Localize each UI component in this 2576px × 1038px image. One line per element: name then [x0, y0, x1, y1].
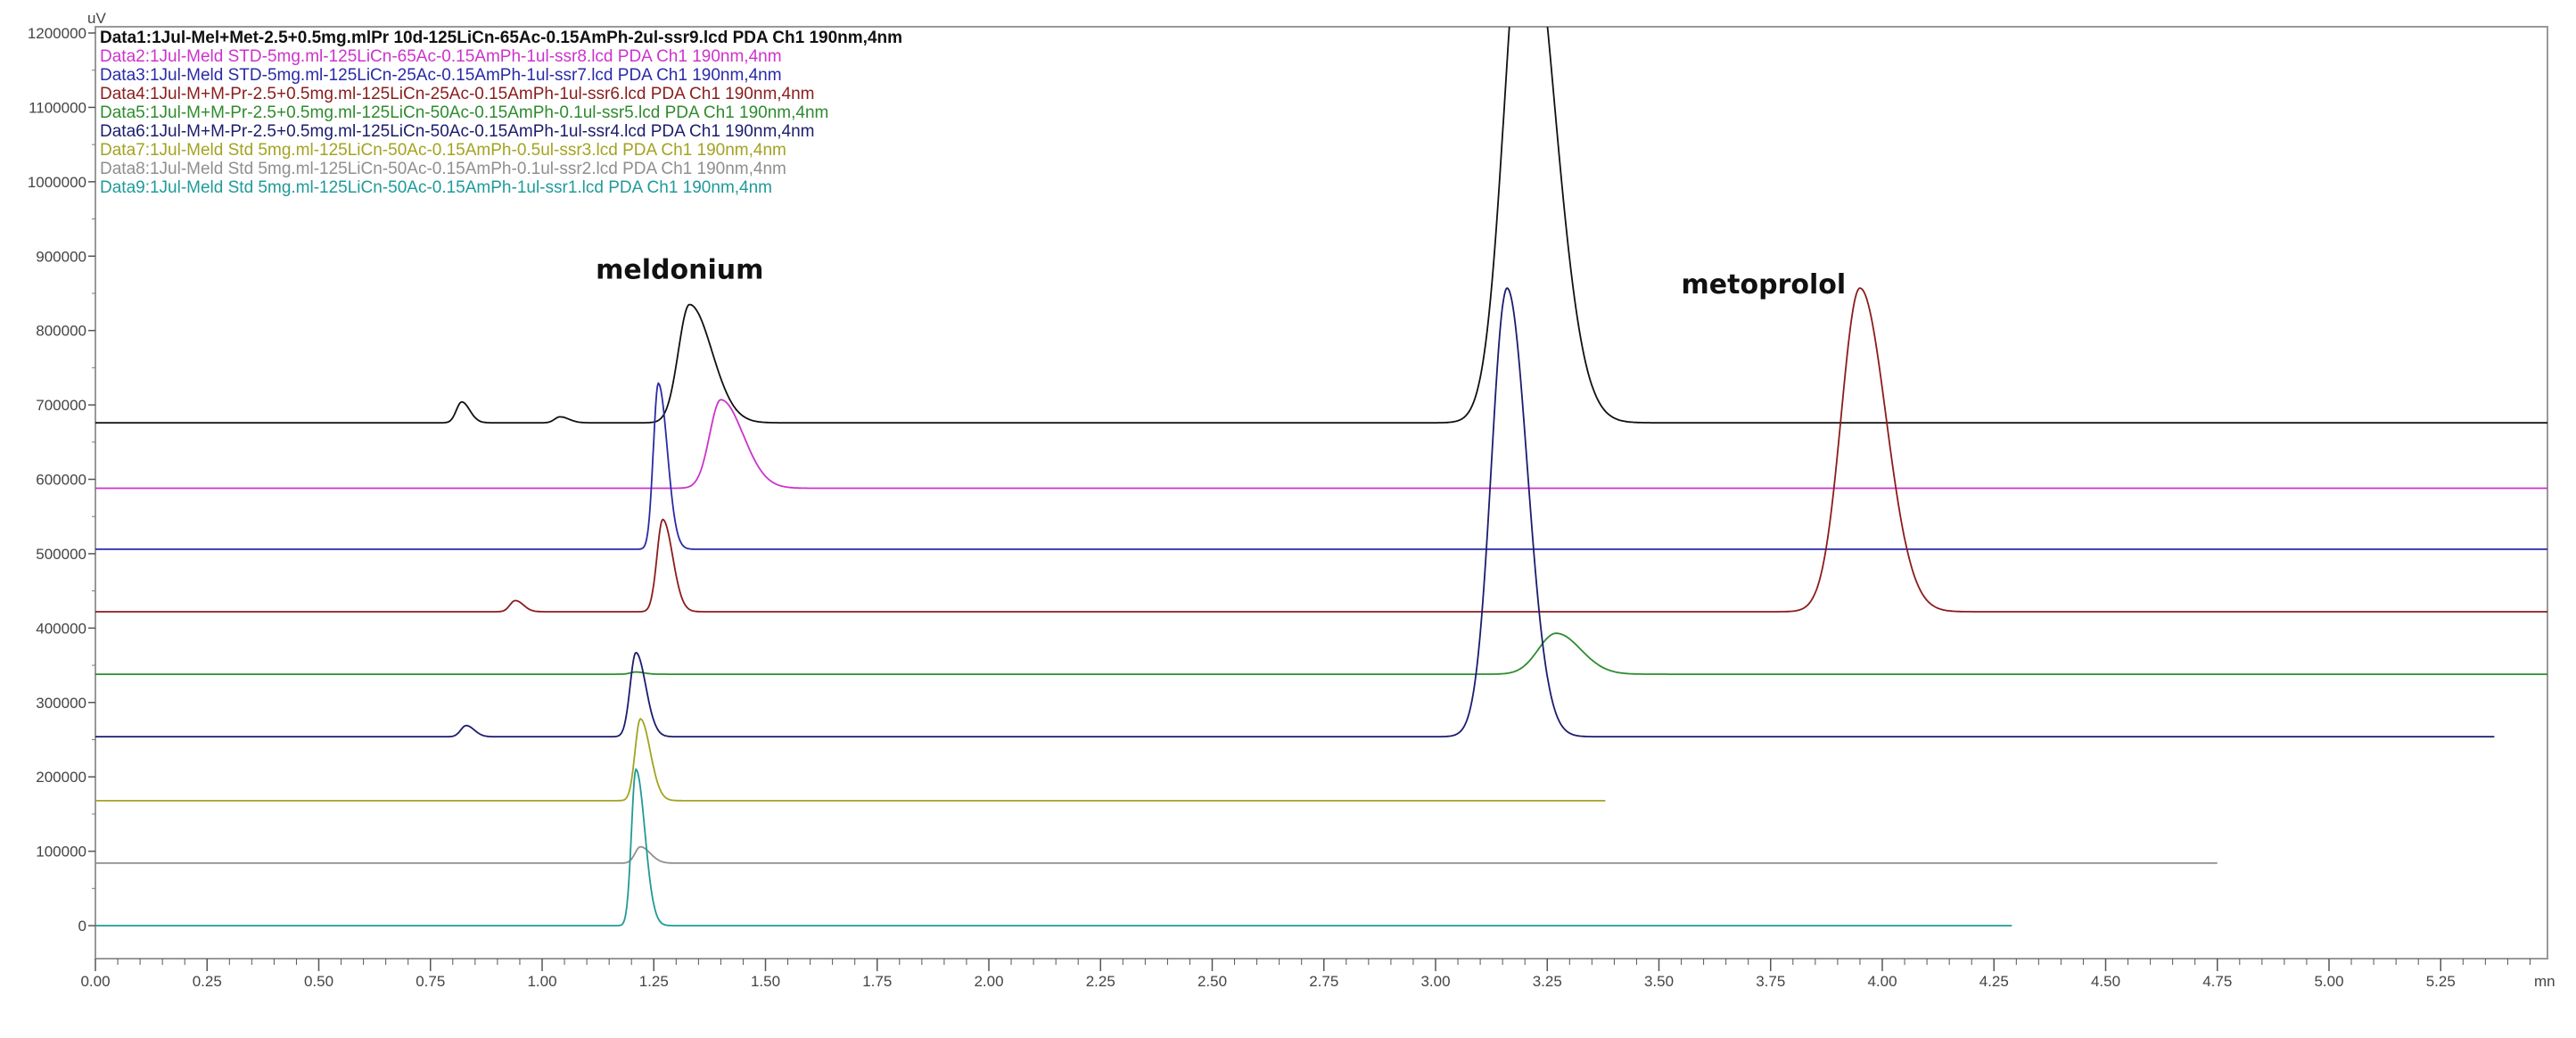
legend-entry: Data3:1Jul-Meld STD-5mg.ml-125LiCn-25Ac-…: [100, 66, 782, 85]
y-tick-label: 800000: [36, 323, 86, 340]
x-tick-label: 3.50: [1644, 973, 1674, 990]
trace-data8: [95, 845, 2218, 864]
x-tick-label: 2.00: [974, 973, 1003, 990]
legend-entry: Data6:1Jul-M+M-Pr-2.5+0.5mg.ml-125LiCn-5…: [100, 122, 815, 141]
x-tick-label: 3.75: [1756, 973, 1785, 990]
x-tick-label: 3.00: [1420, 973, 1450, 990]
trace-data2: [95, 399, 2547, 490]
x-tick-label: 0.00: [80, 973, 110, 990]
trace-data5: [95, 632, 2547, 675]
trace-data4: [95, 287, 2547, 613]
x-tick-label: 2.75: [1309, 973, 1338, 990]
trace-data3: [95, 382, 2547, 550]
y-tick-label: 500000: [36, 546, 86, 563]
x-tick-label: 5.00: [2314, 973, 2343, 990]
x-tick-label: 1.75: [862, 973, 892, 990]
legend-entry: Data9:1Jul-Meld Std 5mg.ml-125LiCn-50Ac-…: [100, 178, 772, 197]
x-axis: 0.00 0.25 0.50 0.75 1.00 1.25 1.50 1.75 2.00 2.25…: [80, 959, 2531, 990]
y-tick-label: 100000: [36, 844, 86, 861]
y-tick-label: 1000000: [28, 174, 86, 191]
x-tick-label: 0.50: [304, 973, 333, 990]
trace-data6: [95, 287, 2495, 737]
y-tick-label: 0: [78, 918, 86, 935]
x-tick-label: 4.75: [2202, 973, 2232, 990]
annotations: meldonium metoprolol: [596, 254, 1846, 301]
y-tick-label: 900000: [36, 248, 86, 265]
x-tick-label: 5.25: [2426, 973, 2456, 990]
legend-entry: Data8:1Jul-Meld Std 5mg.ml-125LiCn-50Ac-…: [100, 160, 786, 178]
legend-entry: Data4:1Jul-M+M-Pr-2.5+0.5mg.ml-125LiCn-2…: [100, 85, 815, 103]
x-tick-label: 4.25: [1979, 973, 2009, 990]
x-tick-label: 0.25: [193, 973, 222, 990]
x-tick-label: 2.25: [1086, 973, 1115, 990]
x-tick-label: 1.25: [639, 973, 669, 990]
trace-data7: [95, 718, 1606, 802]
x-tick-label: 1.00: [527, 973, 556, 990]
y-tick-label: 1200000: [28, 25, 86, 42]
legend: Data1:1Jul-Mel+Met-2.5+0.5mg.mlPr 10d-12…: [100, 29, 902, 197]
legend-entry: Data1:1Jul-Mel+Met-2.5+0.5mg.mlPr 10d-12…: [100, 29, 902, 47]
x-tick-label: 4.00: [1867, 973, 1897, 990]
x-tick-label: 0.75: [416, 973, 445, 990]
legend-entry: Data7:1Jul-Meld Std 5mg.ml-125LiCn-50Ac-…: [100, 141, 786, 160]
x-tick-label: 4.50: [2091, 973, 2120, 990]
y-tick-label: 200000: [36, 769, 86, 786]
y-tick-label: 1100000: [29, 99, 86, 116]
y-axis: 0 100000 200000 300000 400000 500000 600000 700…: [28, 25, 95, 935]
y-tick-label: 600000: [36, 472, 86, 489]
x-tick-label: 1.50: [751, 973, 780, 990]
trace-data9: [95, 768, 2012, 927]
x-tick-label: 3.25: [1533, 973, 1562, 990]
y-tick-label: 700000: [36, 397, 86, 414]
y-axis-label: uV: [87, 10, 106, 27]
x-axis-label: mn: [2534, 973, 2555, 990]
x-tick-label: 2.50: [1197, 973, 1227, 990]
chromatogram-chart: 0 100000 200000 300000 400000 500000 600000 700…: [28, 10, 2555, 990]
annotation-meldonium: meldonium: [596, 254, 763, 285]
legend-entry: Data2:1Jul-Meld STD-5mg.ml-125LiCn-65Ac-…: [100, 47, 782, 66]
y-tick-label: 400000: [36, 620, 86, 637]
y-tick-label: 300000: [36, 695, 86, 712]
annotation-metoprolol: metoprolol: [1682, 269, 1847, 301]
legend-entry: Data5:1Jul-M+M-Pr-2.5+0.5mg.ml-125LiCn-5…: [100, 103, 828, 122]
